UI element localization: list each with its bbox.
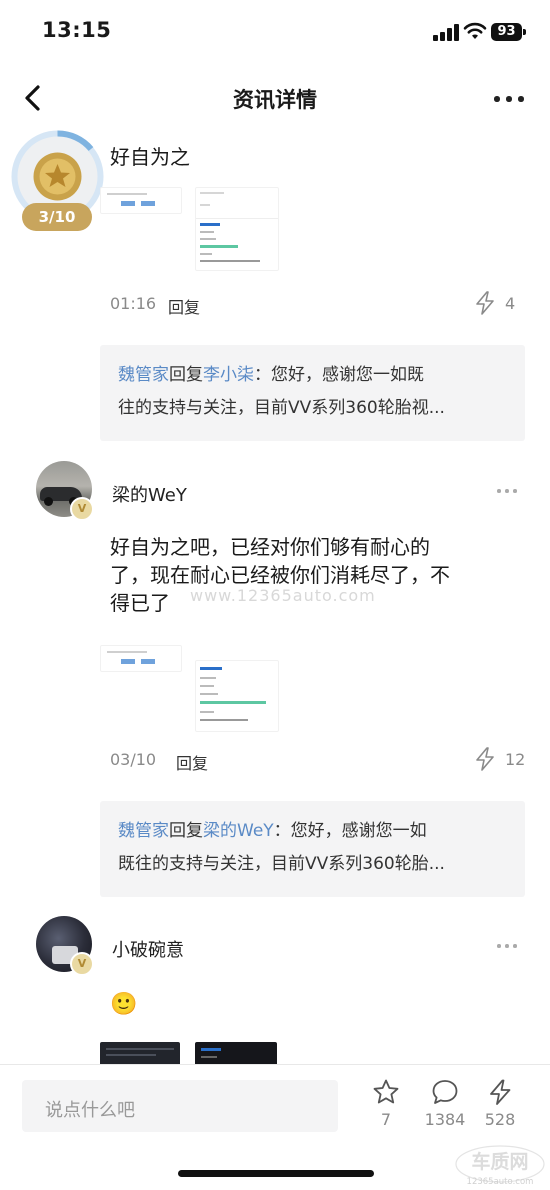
comment-line: 了，现在耐心已经被你们消耗尽了，不 — [110, 563, 450, 587]
comment-image[interactable] — [195, 1042, 277, 1064]
battery-tip — [523, 29, 526, 35]
reply-snippet: 既往的支持与关注，目前VV系列360轮胎... — [118, 854, 445, 874]
page-title: 资讯详情 — [233, 88, 317, 112]
logo-url: 12365auto.com — [467, 1177, 534, 1187]
comment-more-icon[interactable] — [497, 944, 517, 948]
comment-item: V 小破碗意 🙂 — [0, 910, 550, 1064]
username[interactable]: 梁的WeY — [112, 481, 187, 507]
like-count: 528 — [484, 1110, 516, 1129]
star-icon[interactable] — [372, 1078, 400, 1106]
reply-snippet: ：您好，感谢您一如 — [273, 821, 427, 841]
more-icon[interactable] — [494, 96, 524, 102]
comment-icon[interactable] — [431, 1078, 459, 1106]
cellular-signal-icon — [433, 24, 459, 41]
watermark: www.12365auto.com — [190, 586, 376, 605]
comment-image[interactable] — [195, 660, 279, 732]
emoji: 🙂 — [110, 992, 138, 1017]
comment-item: 3/10 好自为之 01:16 回复 4 魏管家回复李小柒：您好，感谢您一如既 … — [0, 125, 550, 445]
comment-image[interactable] — [195, 187, 279, 271]
comment-text: 好自为之 — [110, 145, 190, 169]
reply-snippet: 往的支持与关注，目前VV系列360轮胎视... — [118, 398, 445, 418]
comment-count: 1384 — [424, 1110, 466, 1129]
wifi-icon — [463, 22, 487, 39]
verified-badge: V — [70, 497, 94, 521]
comment-line: 好自为之吧，已经对你们够有耐心的 — [110, 535, 430, 559]
star-count: 7 — [380, 1110, 392, 1129]
comment-image[interactable] — [100, 1042, 180, 1064]
reply-button[interactable]: 回复 — [168, 294, 200, 318]
status-time: 13:15 — [42, 18, 112, 42]
like-count: 4 — [505, 294, 516, 313]
reply-line: 魏管家回复李小柒：您好，感谢您一如既 — [118, 359, 424, 392]
username[interactable]: 小破碗意 — [112, 936, 184, 962]
divider — [0, 1064, 550, 1065]
battery-level: 93 — [491, 23, 522, 41]
reply-line: 魏管家回复梁的WeY：您好，感谢您一如 — [118, 815, 427, 848]
comment-item: V 梁的WeY 好自为之吧，已经对你们够有耐心的 了，现在耐心已经被你们消耗尽了… — [0, 455, 550, 905]
reply-author[interactable]: 魏管家 — [118, 821, 169, 841]
comment-image[interactable] — [100, 187, 182, 214]
reply-target[interactable]: 梁的WeY — [203, 821, 274, 841]
reply-preview[interactable]: 魏管家回复李小柒：您好，感谢您一如既 往的支持与关注，目前VV系列360轮胎视.… — [100, 345, 525, 441]
reply-author[interactable]: 魏管家 — [118, 365, 169, 385]
like-icon[interactable] — [486, 1078, 514, 1106]
like-icon[interactable] — [473, 290, 497, 316]
reply-snippet: ：您好，感谢您一如既 — [254, 365, 424, 385]
comment-input-placeholder: 说点什么吧 — [45, 1100, 135, 1121]
reply-word: 回复 — [169, 365, 203, 385]
reply-button[interactable]: 回复 — [176, 750, 208, 774]
comment-time: 03/10 — [110, 750, 157, 769]
comment-image[interactable] — [100, 645, 182, 672]
like-count: 12 — [505, 750, 526, 769]
like-icon[interactable] — [473, 746, 497, 772]
comment-time: 01:16 — [110, 294, 157, 313]
site-logo: 车质网 12365auto.com — [455, 1145, 545, 1187]
level-badge: 3/10 — [22, 203, 92, 231]
reply-target[interactable]: 李小柒 — [203, 365, 254, 385]
comment-more-icon[interactable] — [497, 489, 517, 493]
verified-badge: V — [70, 952, 94, 976]
home-indicator — [178, 1170, 374, 1177]
reply-preview[interactable]: 魏管家回复梁的WeY：您好，感谢您一如 既往的支持与关注，目前VV系列360轮胎… — [100, 801, 525, 897]
logo-name: 车质网 — [471, 1150, 528, 1173]
reply-word: 回复 — [169, 821, 203, 841]
